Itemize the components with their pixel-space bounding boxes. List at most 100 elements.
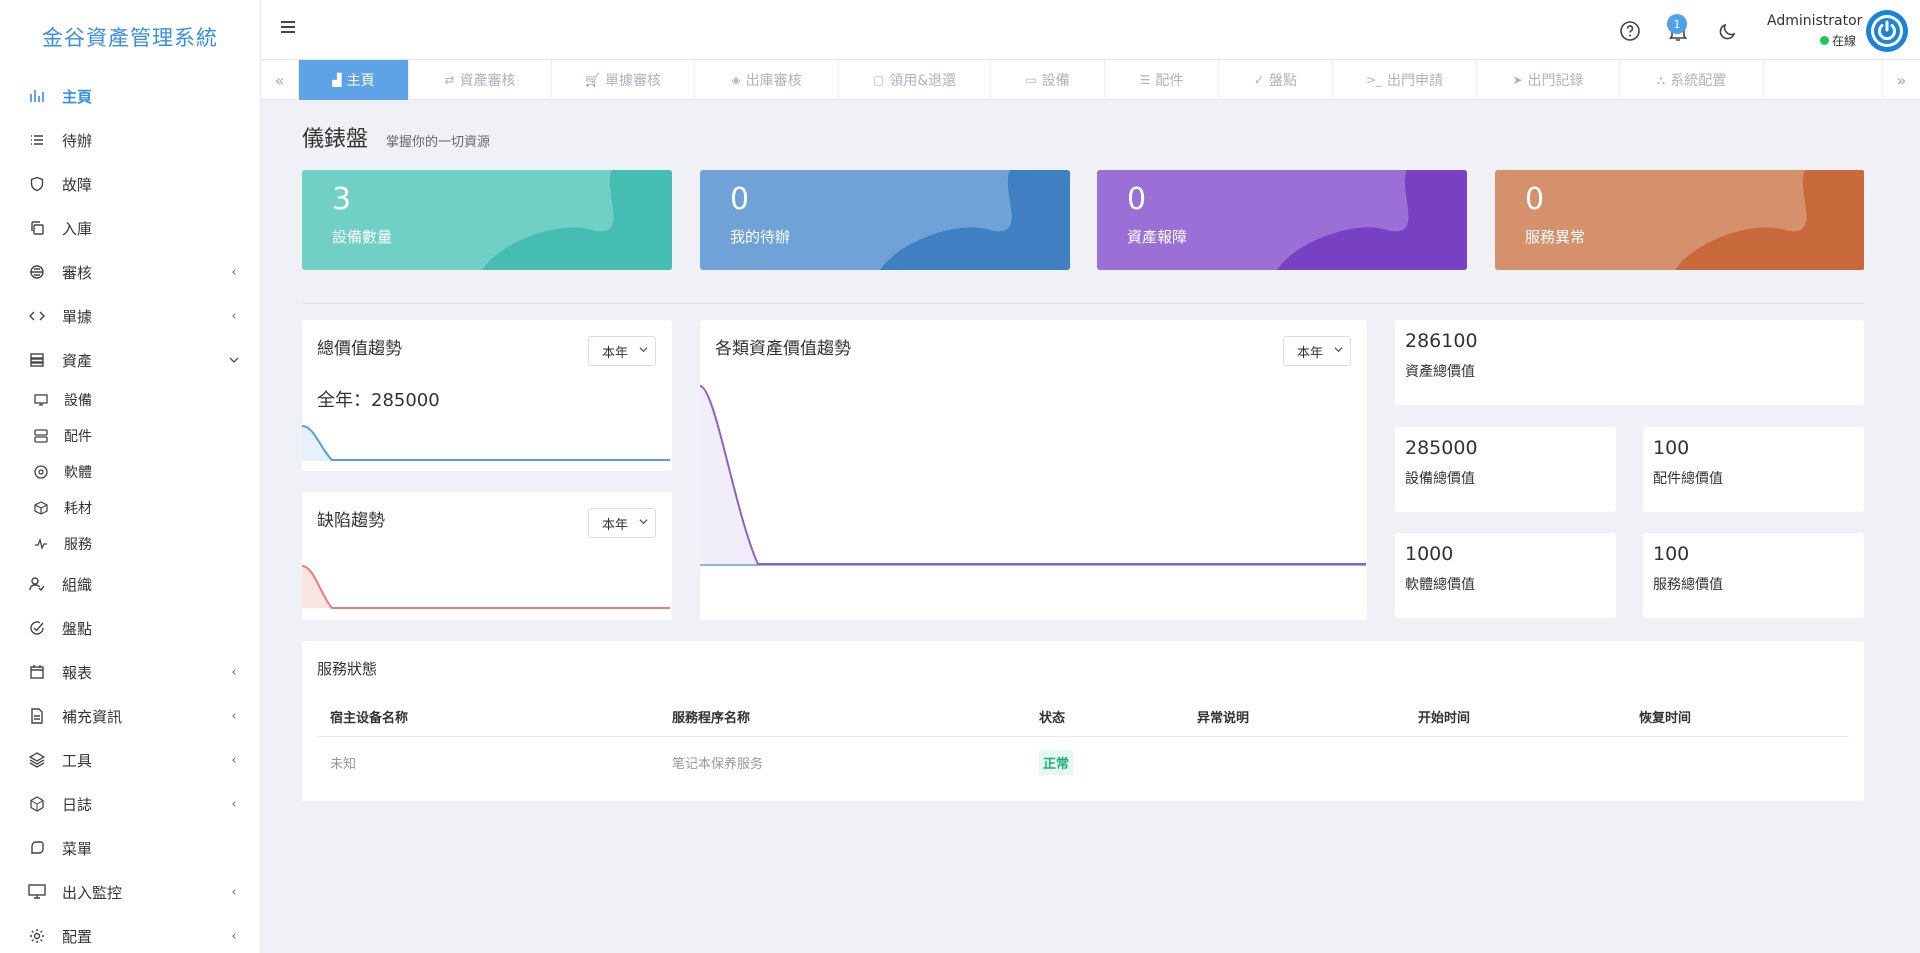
tabs-scroll-right-button[interactable]: » xyxy=(1882,60,1920,100)
tab-home[interactable]: ▟ 主頁 xyxy=(299,60,409,100)
activity-icon xyxy=(33,536,49,552)
user-check-icon xyxy=(27,574,47,594)
kpi-label: 設備總價值 xyxy=(1405,471,1475,487)
sidebar-item-audit[interactable]: 審核 ‹ xyxy=(0,250,260,294)
chevron-down-icon xyxy=(639,345,648,357)
tab-asset-audit[interactable]: ⇄ 資產審核 xyxy=(409,60,552,100)
sidebar-subitem-software[interactable]: 軟體 xyxy=(0,454,260,490)
sidebar-item-label: 故障 xyxy=(62,175,93,194)
sidebar-item-label: 入庫 xyxy=(62,219,93,238)
bar-chart-icon xyxy=(27,86,47,106)
tab-exit-records[interactable]: ➤ 出門記錄 xyxy=(1477,60,1620,100)
kpi-label: 配件總價值 xyxy=(1653,471,1723,487)
sidebar-item-organization[interactable]: 組織 xyxy=(0,562,260,606)
column-header: 恢复时间 xyxy=(1639,711,1692,726)
tab-system-config[interactable]: ⛬ 系統配置 xyxy=(1620,60,1764,100)
help-icon[interactable] xyxy=(1619,20,1641,42)
sidebar-item-todo[interactable]: 待辦 xyxy=(0,118,260,162)
cell-status: 正常 xyxy=(1039,737,1074,787)
table-row[interactable]: 未知 笔记本保养服务 正常 xyxy=(317,737,1849,787)
sidebar-item-label: 主頁 xyxy=(62,87,93,106)
tab-exit-request[interactable]: >_ 出門申請 xyxy=(1333,60,1477,100)
sidebar-item-logs[interactable]: 日誌 ‹ xyxy=(0,782,260,826)
page-title: 儀錶盤 xyxy=(302,127,369,152)
tab-borrow-return[interactable]: ▢ 領用&退還 xyxy=(839,60,991,100)
hamburger-menu-icon[interactable] xyxy=(279,18,301,40)
tab-document-audit[interactable]: 🛒 單據審核 xyxy=(552,60,695,100)
chevron-left-icon: ‹ xyxy=(231,796,237,812)
stat-card-devices[interactable]: 3 設備數量 xyxy=(302,170,672,270)
sidebar-item-label: 待辦 xyxy=(62,131,93,150)
sidebar-subitem-label: 耗材 xyxy=(64,501,92,517)
box-icon: ◈ xyxy=(731,73,741,87)
chevron-left-icon: ‹ xyxy=(231,752,237,768)
user-status-label: 在線 xyxy=(1832,34,1857,48)
kpi-service-value: 100 服務總價值 xyxy=(1643,533,1864,618)
stat-label: 設備數量 xyxy=(332,228,393,246)
user-name[interactable]: Administrator xyxy=(1767,13,1862,29)
kpi-value: 1000 xyxy=(1405,543,1454,565)
top-header: 1 Administrator 在線 xyxy=(261,0,1920,60)
sidebar-item-tools[interactable]: 工具 ‹ xyxy=(0,738,260,782)
sidebar-item-assets[interactable]: 資產 xyxy=(0,338,260,382)
sidebar-subitem-devices[interactable]: 設備 xyxy=(0,382,260,418)
kpi-label: 資產總價值 xyxy=(1405,364,1475,380)
table-header: 宿主设备名称 服務程序名称 状态 异常说明 开始时间 恢复时间 xyxy=(317,697,1849,737)
select-value: 本年 xyxy=(602,517,629,533)
online-status-dot xyxy=(1820,36,1829,45)
terminal-icon: >_ xyxy=(1365,73,1383,87)
tab-devices[interactable]: ▭ 設備 xyxy=(991,60,1105,100)
stat-card-service-anomalies[interactable]: 0 服務異常 xyxy=(1495,170,1865,270)
sidebar-item-label: 出入監控 xyxy=(62,883,123,902)
sidebar-menu: 主頁 待辦 故障 入庫 審核 ‹ 單據 ‹ 資產 設備 配件 軟體 耗材 服務 … xyxy=(0,74,260,953)
stat-value: 0 xyxy=(1127,182,1147,217)
app-title[interactable]: 金谷資產管理系統 xyxy=(0,0,260,74)
year-select[interactable]: 本年 xyxy=(588,508,656,538)
year-select[interactable]: 本年 xyxy=(588,336,656,366)
panel-title: 各類資產價值趨勢 xyxy=(715,339,851,359)
sidebar-subitem-label: 軟體 xyxy=(64,465,92,481)
category-value-trend-panel: 各類資產價值趨勢 本年 xyxy=(700,320,1367,620)
notification-badge[interactable]: 1 xyxy=(1667,14,1687,34)
tab-label: 設備 xyxy=(1041,73,1070,89)
sidebar-item-home[interactable]: 主頁 xyxy=(0,74,260,118)
column-header: 宿主设备名称 xyxy=(330,711,409,726)
sidebar-item-reports[interactable]: 報表 ‹ xyxy=(0,650,260,694)
panel-title: 缺陷趨勢 xyxy=(317,511,385,531)
server-icon xyxy=(33,428,49,444)
kpi-label: 軟體總價值 xyxy=(1405,577,1475,593)
column-header: 异常说明 xyxy=(1197,711,1250,726)
stat-value: 3 xyxy=(332,182,352,217)
tab-inventory[interactable]: ✓ 盤點 xyxy=(1219,60,1333,100)
sidebar-item-documents[interactable]: 單據 ‹ xyxy=(0,294,260,338)
total-value-trend-panel: 總價值趨勢 本年 全年：285000 xyxy=(302,320,672,471)
sidebar-item-access-monitor[interactable]: 出入監控 ‹ xyxy=(0,870,260,914)
card-decoration xyxy=(302,170,672,270)
stat-card-asset-faults[interactable]: 0 資產報障 xyxy=(1097,170,1467,270)
sidebar-item-supplementary[interactable]: 補充資訊 ‹ xyxy=(0,694,260,738)
sidebar-item-settings[interactable]: 配置 ‹ xyxy=(0,914,260,953)
tab-accessories[interactable]: ☰ 配件 xyxy=(1105,60,1219,100)
tab-label: 資產審核 xyxy=(459,73,516,89)
stat-value: 0 xyxy=(730,182,750,217)
sidebar-subitem-accessories[interactable]: 配件 xyxy=(0,418,260,454)
tab-outbound-audit[interactable]: ◈ 出庫審核 xyxy=(695,60,839,100)
service-status-panel: 服務狀態 宿主设备名称 服務程序名称 状态 异常说明 开始时间 恢复时间 未知 … xyxy=(302,641,1864,801)
moon-icon[interactable] xyxy=(1717,20,1739,42)
server-icon: ☰ xyxy=(1139,73,1151,87)
stat-card-my-todo[interactable]: 0 我的待辦 xyxy=(700,170,1070,270)
year-select[interactable]: 本年 xyxy=(1283,336,1351,366)
sidebar-item-label: 單據 xyxy=(62,307,93,326)
tabs-scroll-left-button[interactable]: « xyxy=(261,60,299,100)
check-circle-icon: ✓ xyxy=(1253,73,1265,87)
avatar[interactable] xyxy=(1866,10,1908,52)
sidebar-item-inbound[interactable]: 入庫 xyxy=(0,206,260,250)
sidebar-item-inventory[interactable]: 盤點 xyxy=(0,606,260,650)
monitor-icon xyxy=(33,392,49,408)
sidebar-subitem-consumables[interactable]: 耗材 xyxy=(0,490,260,526)
sidebar-subitem-services[interactable]: 服務 xyxy=(0,526,260,562)
sidebar-item-fault[interactable]: 故障 xyxy=(0,162,260,206)
square-icon: ▢ xyxy=(872,73,885,87)
hexagon-icon xyxy=(27,794,47,814)
sidebar-item-menu[interactable]: 菜單 xyxy=(0,826,260,870)
